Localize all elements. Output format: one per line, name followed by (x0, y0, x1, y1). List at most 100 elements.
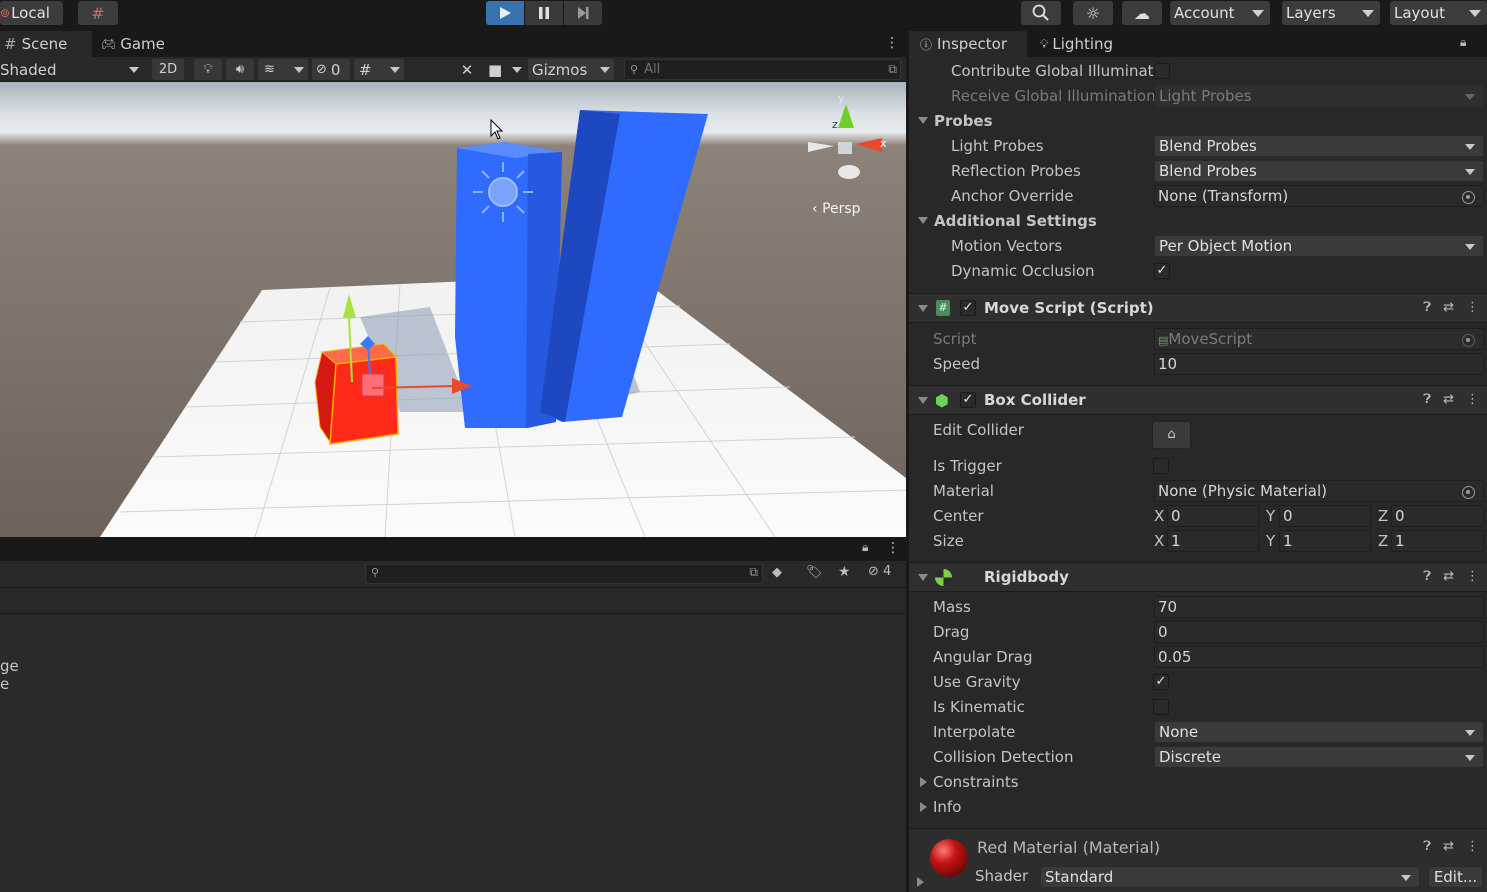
shader-dropdown[interactable]: Standard (1040, 866, 1420, 888)
info-foldout[interactable]: Info (909, 795, 1487, 820)
more-options-icon[interactable]: ⋮ (1466, 569, 1479, 584)
hidden-objects-toggle[interactable]: ⊘ 0 (312, 59, 350, 80)
star-icon[interactable]: ★ (838, 564, 851, 580)
tab-inspector[interactable]: ⓘ Inspector (909, 31, 1027, 57)
receive-gi-dropdown[interactable]: Light Probes (1154, 85, 1484, 107)
angular-drag-input[interactable]: 0.05 (1154, 646, 1484, 668)
services-button[interactable]: ☼ (1073, 1, 1113, 25)
drag-input[interactable]: 0 (1154, 621, 1484, 643)
mass-input[interactable]: 70 (1154, 596, 1484, 618)
tools-button[interactable]: ✕ (455, 59, 479, 80)
search-options-icon[interactable]: ⧉ (888, 62, 897, 77)
tab-scene[interactable]: # Scene (0, 31, 92, 57)
gizmos-dropdown[interactable]: Gizmos (528, 59, 614, 80)
center-y-input[interactable]: 0 (1279, 505, 1371, 527)
more-options-icon[interactable]: ⋮ (886, 540, 900, 556)
size-y-field[interactable]: Y1 (1266, 530, 1371, 552)
scene-viewport[interactable]: y z x ‹ Persp (0, 82, 906, 537)
physic-material-field[interactable]: None (Physic Material) (1154, 480, 1484, 502)
help-icon[interactable]: ❓︎ (1423, 392, 1431, 407)
shading-mode-dropdown[interactable]: Shaded (0, 59, 145, 80)
probes-foldout[interactable]: Probes (909, 109, 1487, 134)
play-button[interactable] (486, 1, 524, 25)
center-x-input[interactable]: 0 (1167, 505, 1259, 527)
center-y-field[interactable]: Y0 (1266, 505, 1371, 527)
layers-dropdown[interactable]: Layers (1282, 1, 1380, 25)
collision-detection-dropdown[interactable]: Discrete (1154, 746, 1484, 768)
lock-icon[interactable]: 🔒︎ (862, 540, 868, 555)
presets-icon[interactable]: ⇄ (1443, 569, 1454, 584)
is-kinematic-checkbox[interactable] (1153, 699, 1169, 715)
center-z-field[interactable]: Z0 (1378, 505, 1484, 527)
collab-button[interactable]: ☁ (1122, 1, 1162, 25)
interpolate-dropdown[interactable]: None (1154, 721, 1484, 743)
more-options-icon[interactable]: ⋮ (1466, 839, 1479, 854)
object-picker-icon[interactable] (1462, 191, 1475, 204)
light-probes-dropdown[interactable]: Blend Probes (1154, 135, 1484, 157)
use-gravity-checkbox[interactable]: ✓ (1153, 674, 1169, 690)
help-icon[interactable]: ❓︎ (1423, 300, 1431, 315)
lighting-toggle[interactable]: 💡︎ (194, 59, 222, 80)
presets-icon[interactable]: ⇄ (1443, 839, 1454, 854)
audio-toggle[interactable]: 🔊︎ (226, 59, 254, 80)
contribute-gi-checkbox[interactable] (1154, 63, 1170, 79)
center-z-input[interactable]: 0 (1391, 505, 1484, 527)
dynamic-occlusion-checkbox[interactable]: ✓ (1154, 263, 1170, 279)
camera-dropdown[interactable]: ■ (484, 59, 524, 80)
more-options-icon[interactable]: ⋮ (885, 35, 899, 51)
object-picker-icon[interactable] (1462, 486, 1475, 499)
tab-game[interactable]: 🎮︎ Game (97, 31, 177, 57)
more-options-icon[interactable]: ⋮ (1466, 300, 1479, 315)
presets-icon[interactable]: ⇄ (1443, 392, 1454, 407)
step-button[interactable] (564, 1, 602, 25)
effects-dropdown[interactable]: ≋ (258, 59, 308, 80)
box-collider-header[interactable]: ⬢ ✓ Box Collider ❓︎ ⇄ ⋮ (909, 385, 1487, 415)
2d-toggle[interactable]: 2D (152, 59, 184, 80)
speed-input[interactable]: 10 (1154, 353, 1484, 375)
search-button[interactable] (1021, 1, 1061, 25)
pause-button[interactable] (525, 1, 563, 25)
project-search-input[interactable]: ⚲ ⧉ (365, 564, 763, 584)
script-field[interactable]: ▤MoveScript (1154, 328, 1484, 350)
edit-collider-button[interactable]: ⌂ (1152, 421, 1191, 449)
additional-settings-foldout[interactable]: Additional Settings (909, 209, 1487, 234)
help-icon[interactable]: ❓︎ (1423, 839, 1431, 854)
projection-label[interactable]: ‹ Persp (812, 201, 861, 217)
center-x-field[interactable]: X0 (1154, 505, 1259, 527)
tab-lighting[interactable]: 💡︎ Lighting (1036, 31, 1136, 57)
box-collider-enabled-checkbox[interactable]: ✓ (960, 392, 976, 408)
grid-dropdown[interactable]: # (354, 59, 404, 80)
material-preview-sphere[interactable] (930, 839, 968, 877)
search-options-icon[interactable]: ⧉ (749, 565, 758, 580)
lock-icon[interactable]: 🔒︎ (1460, 35, 1466, 50)
motion-vectors-dropdown[interactable]: Per Object Motion (1154, 235, 1484, 257)
more-options-icon[interactable]: ⋮ (1481, 34, 1487, 50)
size-z-field[interactable]: Z1 (1378, 530, 1484, 552)
directional-light-gizmo[interactable] (473, 162, 533, 222)
move-script-header[interactable]: # ✓ Move Script (Script) ❓︎ ⇄ ⋮ (909, 293, 1487, 323)
presets-icon[interactable]: ⇄ (1443, 300, 1454, 315)
size-z-input[interactable]: 1 (1391, 530, 1484, 552)
red-cube[interactable] (314, 343, 399, 445)
size-y-input[interactable]: 1 (1279, 530, 1371, 552)
scene-render[interactable]: y z x ‹ Persp (0, 82, 906, 537)
grid-snap-button[interactable]: # (78, 1, 118, 25)
help-icon[interactable]: ❓︎ (1423, 569, 1431, 584)
filter-by-type-icon[interactable]: ◆ (772, 565, 782, 580)
pivot-mode-button[interactable]: ⊚ Local (0, 1, 63, 25)
move-script-enabled-checkbox[interactable]: ✓ (960, 300, 976, 316)
reflection-probes-dropdown[interactable]: Blend Probes (1154, 160, 1484, 182)
rigidbody-header[interactable]: Rigidbody ❓︎ ⇄ ⋮ (909, 562, 1487, 592)
size-x-input[interactable]: 1 (1167, 530, 1259, 552)
size-x-field[interactable]: X1 (1154, 530, 1259, 552)
layout-dropdown[interactable]: Layout (1390, 1, 1487, 25)
tag-icon[interactable]: 🏷︎ (806, 565, 823, 580)
is-trigger-checkbox[interactable] (1153, 458, 1169, 474)
anchor-override-field[interactable]: None (Transform) (1154, 185, 1484, 207)
constraints-foldout[interactable]: Constraints (909, 770, 1487, 795)
eye-slash-icon[interactable]: ⊘ 4 (868, 564, 891, 579)
more-options-icon[interactable]: ⋮ (1466, 392, 1479, 407)
account-dropdown[interactable]: Account (1170, 1, 1270, 25)
foldout-arrow-icon[interactable] (917, 877, 924, 887)
edit-shader-button[interactable]: Edit... (1428, 866, 1483, 888)
